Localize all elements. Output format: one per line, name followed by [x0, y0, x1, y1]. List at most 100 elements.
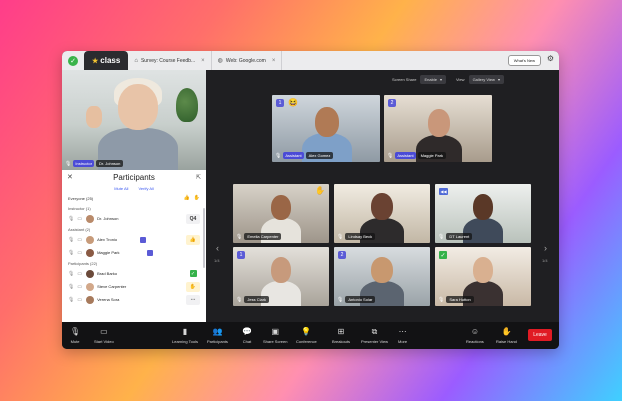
view-select[interactable]: Gallery View ▾	[468, 75, 504, 84]
hand-icon: ✋	[501, 327, 512, 336]
screen-share-select[interactable]: Enable ▾	[420, 75, 446, 84]
prev-page-icon[interactable]: ‹	[216, 243, 219, 253]
camera-icon[interactable]: ▭	[77, 216, 82, 222]
breakouts-icon: ⊞	[337, 327, 345, 336]
list-item[interactable]: 🎙 ▭ Dr. Johnson Q4	[62, 212, 206, 225]
mic-icon: 🎙	[65, 160, 72, 167]
tab-web-label: Web: Google.com	[225, 57, 266, 64]
leave-button[interactable]: Leave	[528, 329, 552, 341]
popout-icon[interactable]: ⇱	[196, 174, 201, 181]
tab-web[interactable]: ◍ Web: Google.com ×	[212, 51, 283, 70]
list-item[interactable]: 🎙 ▭ Steve Carpenter ✋	[62, 280, 206, 293]
everyone-row[interactable]: Everyone (25) 👍 ✋	[62, 192, 206, 204]
tile-name-tag: 🎙 Lindsay Beck	[337, 233, 376, 240]
scrollbar[interactable]	[203, 208, 205, 268]
participant-name: Dr. Johnson	[97, 216, 119, 221]
camera-icon: ▭	[100, 327, 108, 336]
camera-icon[interactable]: ▭	[77, 250, 82, 256]
tile-name-tag: 🎙 Emelia Carpenter	[236, 233, 282, 240]
avatar	[86, 269, 95, 278]
video-tile[interactable]: 1 🎙 Jess Clark	[233, 247, 329, 306]
camera-icon[interactable]: ▭	[77, 284, 82, 290]
video-tile[interactable]: 🎙 Lindsay Beck	[334, 184, 430, 243]
list-item[interactable]: 🎙 ▭ Verena Sora ⋯	[62, 293, 206, 306]
verify-all-link[interactable]: Verify All	[138, 186, 153, 191]
assistant-header: Assistant (2)	[68, 226, 91, 232]
panel-actions: Mute All Verify All	[62, 184, 206, 192]
avatar	[86, 214, 95, 223]
tile-name-tag: 🎙 Assistant Maggie Park	[387, 152, 447, 159]
page-indicator-left: 1/4	[214, 258, 220, 263]
raise-hand-button[interactable]: ✋ Raise Hand	[496, 326, 517, 344]
mute-all-link[interactable]: Mute All	[114, 186, 128, 191]
mic-icon[interactable]: 🎙	[68, 250, 74, 256]
list-item[interactable]: 🎙 ▭ Brad Barko ✓	[62, 267, 206, 280]
video-tile[interactable]: 2 🎙 Assistant Maggie Park	[384, 95, 492, 162]
close-icon[interactable]: ×	[201, 58, 205, 64]
video-tile[interactable]: 2 🎙 Antonio Solar	[334, 247, 430, 306]
participants-button[interactable]: 👥 Participants	[207, 326, 228, 344]
gear-icon[interactable]: ⚙	[547, 54, 554, 63]
share-screen-button[interactable]: ▣ Share Screen	[263, 326, 287, 344]
tile-name-tag: 🎙 Sara Hutton	[438, 296, 474, 303]
video-tile[interactable]: ✓ 🎙 Sara Hutton	[435, 247, 531, 306]
mute-button[interactable]: 🎙 Mute	[70, 326, 80, 344]
avatar	[86, 295, 95, 304]
avatar	[86, 248, 95, 257]
more-icon: ⋯	[398, 327, 407, 336]
chat-button[interactable]: 💬 Chat	[242, 326, 252, 344]
meeting-toolbar: 🎙 Mute ▭ Start Video ▮ Learning Tools 👥 Part…	[62, 322, 559, 349]
mic-icon[interactable]: 🎙	[68, 284, 74, 290]
presenter-view-button[interactable]: ⧉ Presenter View	[361, 326, 388, 344]
start-video-button[interactable]: ▭ Start Video	[94, 326, 114, 344]
person-face	[428, 109, 450, 137]
camera-icon[interactable]: ▭	[77, 237, 82, 243]
participant-name: Sara Hutton	[446, 296, 474, 303]
laugh-emoji-icon: 😆	[288, 98, 298, 107]
rewind-icon: ◀◀	[439, 188, 448, 195]
conference-label: Conference	[296, 339, 317, 344]
close-icon[interactable]: ✕	[67, 173, 73, 181]
person-face	[271, 257, 291, 283]
reactions-label: Reactions	[466, 339, 484, 344]
next-page-icon[interactable]: ›	[544, 243, 547, 253]
list-item[interactable]: 🎙 ▭ Maggie Park	[62, 246, 206, 259]
close-icon[interactable]: ×	[272, 58, 276, 64]
thumbs-down-icon[interactable]: ✋	[194, 195, 200, 201]
camera-icon[interactable]: ▭	[77, 271, 82, 277]
more-icon[interactable]: ⋯	[186, 294, 200, 305]
person-face	[271, 195, 291, 220]
tab-class[interactable]: ★ class	[84, 51, 129, 70]
whats-new-button[interactable]: What's New	[507, 55, 541, 66]
mic-icon[interactable]: 🎙	[68, 237, 74, 243]
share-screen-label: Share Screen	[263, 339, 288, 344]
video-tile[interactable]: ◀◀ 🎙 DT Laurent	[435, 184, 531, 243]
mic-icon[interactable]: 🎙	[68, 271, 74, 277]
view-label: View	[455, 77, 465, 82]
survey-icon: ⌂	[134, 57, 138, 64]
thumbs-up-icon[interactable]: 👍	[184, 195, 190, 201]
breakouts-button[interactable]: ⊞ Breakouts	[332, 326, 350, 344]
more-button[interactable]: ⋯ More	[398, 326, 407, 344]
shield-icon: ✓	[68, 55, 78, 66]
conference-button[interactable]: 💡 Conference	[296, 326, 317, 344]
chat-badge-icon	[139, 236, 146, 243]
mute-label: Mute	[70, 339, 80, 344]
reactions-button[interactable]: ☺ Reactions	[466, 326, 484, 344]
learning-tools-button[interactable]: ▮ Learning Tools	[172, 326, 198, 344]
tab-survey[interactable]: ⌂ Survey: Course Feedb... ×	[128, 51, 212, 70]
video-tile[interactable]: ✋ 🎙 Emelia Carpenter	[233, 184, 329, 243]
mic-icon[interactable]: 🎙	[68, 297, 74, 303]
start-video-label: Start Video	[94, 339, 114, 344]
participant-name: Alex Gomez	[305, 152, 334, 159]
camera-icon[interactable]: ▭	[77, 297, 82, 303]
mic-icon: 🎙	[275, 152, 282, 159]
breakouts-label: Breakouts	[332, 339, 351, 344]
position-badge: 2	[388, 99, 396, 107]
video-tile[interactable]: 1 😆 🎙 Assistant Alex Gomez	[272, 95, 380, 162]
status-badge: Q4	[186, 213, 200, 224]
raise-hand-icon: ✋	[315, 186, 325, 195]
mic-icon[interactable]: 🎙	[68, 216, 74, 222]
list-item[interactable]: 🎙 ▭ Alex Tronio 👍	[62, 233, 206, 246]
position-badge: 1	[276, 99, 284, 107]
